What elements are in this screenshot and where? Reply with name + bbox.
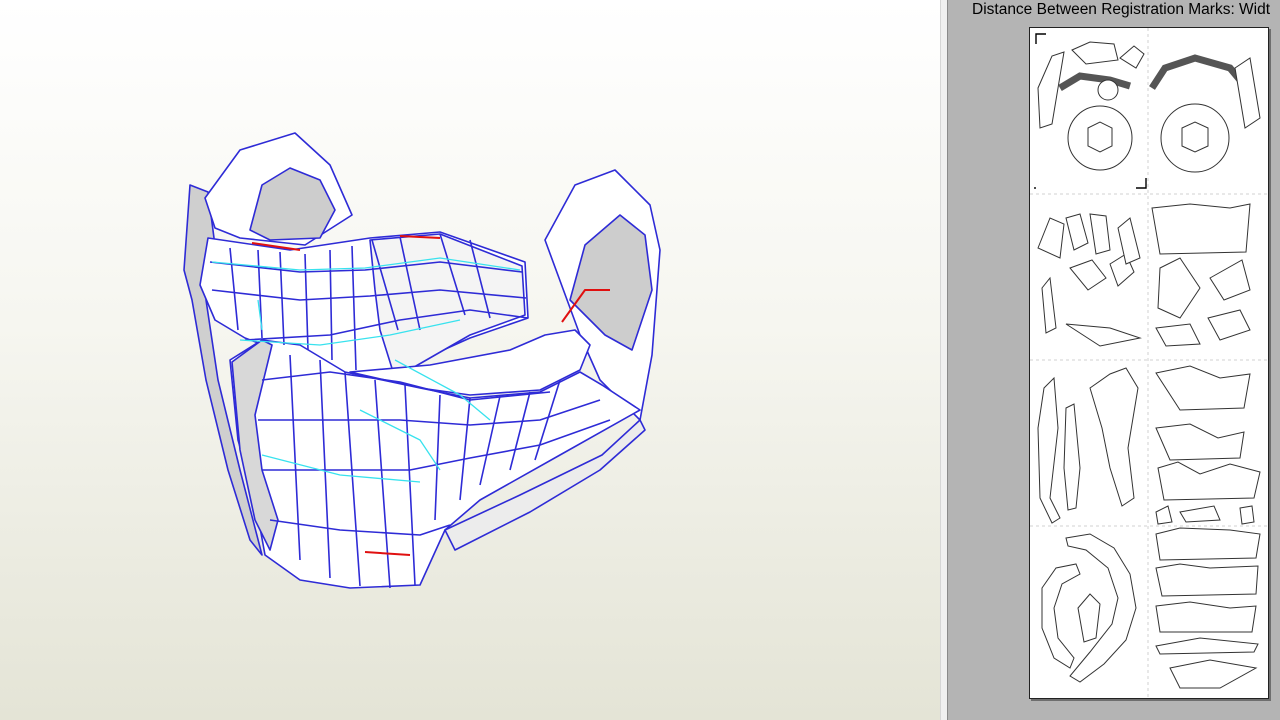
panel-splitter[interactable] [940, 0, 948, 720]
paper-sheet[interactable] [1029, 27, 1269, 699]
mask-3d-model[interactable] [0, 0, 940, 720]
page-grid [1030, 28, 1268, 698]
parts-page4 [1041, 527, 1261, 689]
2d-unfold-view[interactable]: Distance Between Registration Marks: Wid… [948, 0, 1280, 720]
parts-page1 [1037, 41, 1261, 173]
parts-page2 [1037, 203, 1251, 347]
unfolded-parts [1030, 28, 1268, 698]
parts-page3 [1037, 365, 1261, 525]
registration-marks-label: Distance Between Registration Marks: Wid… [972, 1, 1271, 18]
3d-viewport[interactable] [0, 0, 940, 720]
